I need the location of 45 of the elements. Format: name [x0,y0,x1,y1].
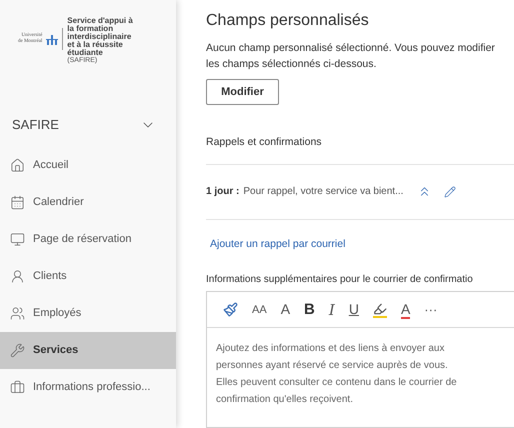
business-selector[interactable]: SAFIRE [0,110,176,140]
building-icon [46,33,58,45]
nav-item[interactable]: Clients [0,258,176,295]
underline-button[interactable]: U [348,299,359,320]
calendar-icon [10,195,25,210]
monitor-icon [10,232,25,247]
nav-item[interactable]: Informations professio... [0,369,176,406]
add-reminder-link[interactable]: Ajouter un rappel par courriel [210,236,514,252]
edit-icon[interactable] [444,186,456,198]
nav-label: Services [33,343,78,358]
nav-item[interactable]: Calendrier [0,184,176,221]
nav-item[interactable]: Employés [0,295,176,332]
more-button[interactable]: ··· [424,300,438,320]
editor-label: Informations supplémentaires pour le courrier de confirmatio [206,273,474,288]
section-title: Champs personnalisés [206,11,370,31]
nav-label: Calendrier [33,195,84,210]
briefcase-icon [10,380,25,395]
modify-button[interactable]: Modifier [206,79,279,106]
bold-button[interactable]: B [304,298,315,322]
nav-item[interactable]: Services [0,332,176,369]
nav-label: Clients [33,269,67,284]
nav-item[interactable]: Accueil [0,147,176,184]
nav-label: Informations professio... [33,380,150,396]
font-color-button[interactable]: A [400,300,410,319]
font-size-button[interactable]: AA [252,302,267,318]
wrench-icon [10,343,25,358]
nav-item[interactable]: Page de réservation [0,221,176,258]
paintbrush-icon[interactable] [223,302,238,318]
superscript-button[interactable]: A [280,299,290,320]
description-text: Aucun champ personnalisé sélectionné. Vous pouvez modifier [206,41,496,56]
description-text: les champs sélectionnés ci-dessous. [206,57,378,72]
nav-label: Employés [33,306,82,322]
nav-label: Page de réservation [33,232,132,248]
people-icon [10,306,25,321]
rich-text-editor[interactable] [206,291,514,428]
highlighter-icon[interactable] [372,302,387,318]
italic-button[interactable]: I [328,298,335,322]
section-heading: Rappels et confirmations [206,135,323,150]
home-icon [10,158,25,173]
editor-placeholder: Ajoutez des informations et des liens à envoyer aux personnes ayant réservé ce service auprès de vous. Elles peuvent consulter ce contenu dans le courrier de confirmation qu'elles reçoivent. [215,342,458,408]
service-name: Service d'appui à la formation interdisciplinaire et à la réussite étudiante [67,17,134,57]
person-icon [10,269,25,284]
nav-label: Accueil [33,158,68,174]
reminder-message: Pour rappel, votre service va bient... [243,185,404,200]
reminder-delay: 1 jour : [206,185,240,200]
